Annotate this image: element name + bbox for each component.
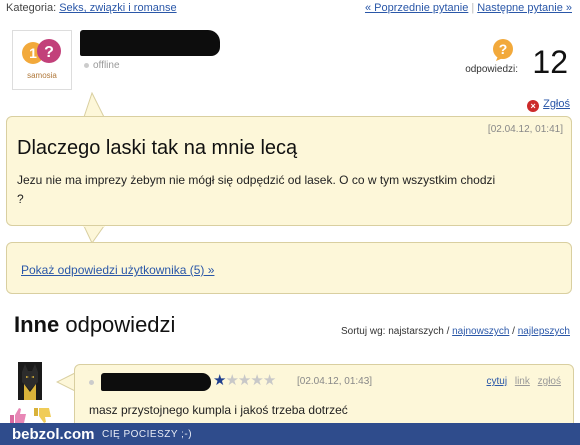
star-icon[interactable]: ★ bbox=[263, 372, 276, 389]
star-icon[interactable]: ★ bbox=[238, 372, 251, 389]
answer-actions: cytuj link zgłoś bbox=[482, 376, 562, 387]
sort-label: Sortuj wg: najstarszych / bbox=[340, 326, 450, 337]
link-link[interactable]: link bbox=[515, 376, 530, 387]
thumb-up-icon[interactable] bbox=[10, 408, 26, 423]
question-body: Jezu nie ma imprezy żebym nie mógł się o… bbox=[17, 173, 496, 206]
author-status: offline bbox=[84, 60, 120, 71]
author-username-redacted bbox=[80, 30, 220, 56]
report-question: × Zgłoś bbox=[527, 98, 570, 112]
answer-text: masz przystojnego kumpla i jakoś trzeba … bbox=[89, 403, 348, 417]
answers-number: 12 bbox=[532, 44, 568, 80]
other-answers-heading: Inne odpowiedzi bbox=[14, 312, 175, 338]
star-icon[interactable]: ★ bbox=[213, 372, 226, 389]
heading-rest: odpowiedzi bbox=[59, 312, 176, 337]
status-dot-icon bbox=[89, 380, 94, 385]
svg-text:?: ? bbox=[499, 41, 508, 57]
sort-options: Sortuj wg: najstarszych / najnowszych / … bbox=[341, 326, 570, 337]
question-box: [02.04.12, 01:41] Dlaczego laski tak na … bbox=[6, 116, 572, 226]
category-link[interactable]: Seks, związki i romanse bbox=[59, 2, 176, 14]
star-icon[interactable]: ★ bbox=[225, 372, 238, 389]
footer-bar: bebzol.com CIĘ POCIESZY ;-) bbox=[0, 423, 580, 445]
status-dot-icon bbox=[84, 62, 89, 68]
question-navigation: « Poprzednie pytanie | Następne pytanie » bbox=[365, 2, 572, 14]
svg-text:?: ? bbox=[44, 44, 54, 61]
author-avatar[interactable]: 1 ? samosia bbox=[12, 30, 72, 90]
avatar-image bbox=[18, 362, 42, 400]
status-text: offline bbox=[93, 60, 120, 71]
footer-brand[interactable]: bebzol.com bbox=[12, 426, 95, 443]
answer-date: [02.04.12, 01:43] bbox=[297, 376, 373, 387]
question-bubble-icon: ? bbox=[493, 39, 513, 61]
nav-separator: | bbox=[471, 2, 475, 14]
thumbs-icons bbox=[10, 408, 51, 423]
prev-question-link[interactable]: « Poprzednie pytanie bbox=[365, 2, 468, 14]
thumb-down-icon[interactable] bbox=[34, 408, 51, 423]
heading-bold: Inne bbox=[14, 312, 60, 337]
question-title: Dlaczego laski tak na mnie lecą bbox=[17, 137, 298, 159]
footer-tagline: CIĘ POCIESZY ;-) bbox=[102, 429, 193, 440]
sort-best-link[interactable]: najlepszych bbox=[518, 326, 570, 337]
user-answers-box: Pokaż odpowiedzi użytkownika (5) » bbox=[6, 242, 572, 294]
avatar-logo-text: samosia bbox=[27, 71, 57, 80]
report-answer-link[interactable]: zgłoś bbox=[538, 376, 561, 387]
top-bar: Kategoria: Seks, związki i romanse « Pop… bbox=[6, 0, 574, 16]
category-label: Kategoria: bbox=[6, 2, 57, 14]
speech-tail bbox=[56, 372, 76, 392]
answerer-username-redacted bbox=[101, 373, 211, 391]
rating-stars: ★★★★★ bbox=[213, 371, 276, 389]
report-x-icon: × bbox=[527, 100, 540, 112]
answerer-avatar[interactable] bbox=[18, 362, 42, 400]
svg-text:1: 1 bbox=[29, 45, 37, 61]
question-bubble-icon: 1 ? bbox=[22, 39, 61, 64]
speech-tail bbox=[83, 92, 105, 118]
question-date: [02.04.12, 01:41] bbox=[487, 124, 563, 135]
sort-separator: / bbox=[512, 326, 515, 337]
sort-newest-link[interactable]: najnowszych bbox=[452, 326, 509, 337]
category: Kategoria: Seks, związki i romanse bbox=[6, 2, 177, 14]
next-question-link[interactable]: Następne pytanie » bbox=[477, 2, 572, 14]
answers-label: odpowiedzi: bbox=[465, 64, 518, 75]
star-icon[interactable]: ★ bbox=[250, 372, 263, 389]
quote-link[interactable]: cytuj bbox=[487, 376, 508, 387]
user-answers-link[interactable]: Pokaż odpowiedzi użytkownika (5) » bbox=[21, 263, 214, 277]
report-link[interactable]: Zgłoś bbox=[543, 98, 570, 110]
